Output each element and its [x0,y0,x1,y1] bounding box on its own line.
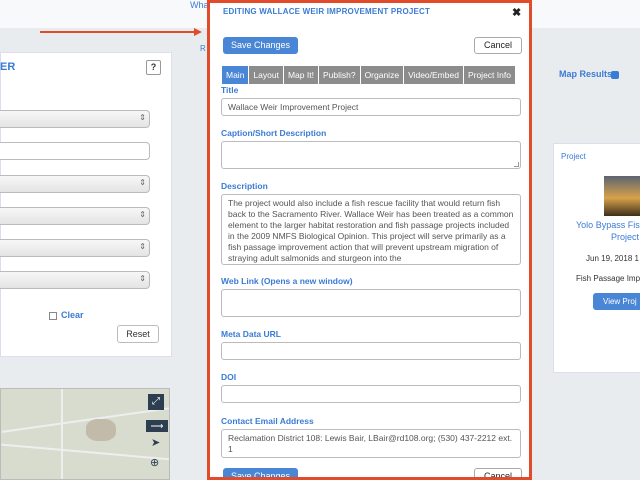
filter-select[interactable]: ⇕ [0,271,150,289]
map-road [61,389,63,479]
select-arrows-icon: ⇕ [139,242,146,251]
pointer-tool-icon[interactable]: ➤ [151,436,160,449]
map-town-area [86,419,116,441]
select-arrows-icon: ⇕ [139,210,146,219]
zoom-in-icon[interactable]: ⊕ [150,456,159,469]
filter-select[interactable]: ⇕ [0,207,150,225]
description-textarea[interactable]: The project would also include a fish re… [221,194,521,265]
map-results-checkbox[interactable] [611,71,619,79]
metadata-url-label: Meta Data URL [221,329,281,339]
select-arrows-icon: ⇕ [139,113,146,122]
help-button[interactable]: ? [146,60,161,75]
weblink-textarea[interactable] [221,289,521,317]
title-label: Title [221,85,239,95]
select-arrows-icon: ⇕ [139,178,146,187]
filter-panel-title: ER [0,61,16,73]
pan-tool-icon[interactable]: ⟶ [146,420,168,432]
save-changes-button-bottom[interactable]: Save Changes [223,468,298,477]
metadata-url-input[interactable] [221,342,521,360]
filter-select[interactable]: ⇕ [0,239,150,257]
filter-select[interactable]: ⇕ [0,175,150,193]
project-card-date: Jun 19, 2018 1 [586,254,639,263]
map-road [1,443,169,461]
tab-main[interactable]: Main [222,66,250,84]
description-label: Description [221,181,268,191]
select-arrows-icon: ⇕ [139,274,146,283]
close-icon[interactable]: ✖ [512,6,521,19]
filter-input[interactable] [0,142,150,160]
tab-layout[interactable]: Layout [249,66,284,84]
doi-label: DOI [221,372,237,382]
title-input[interactable]: Wallace Weir Improvement Project [221,98,521,116]
weblink-label: Web Link (Opens a new window) [221,276,353,286]
contact-email-label: Contact Email Address [221,416,314,426]
tab-map-it[interactable]: Map It! [283,66,319,84]
caption-label: Caption/Short Description [221,128,327,138]
project-card-label: Project [561,152,586,161]
caption-textarea[interactable] [221,141,521,169]
save-changes-button[interactable]: Save Changes [223,37,298,54]
project-card-category: Fish Passage Imp [576,274,640,283]
map-results-label[interactable]: Map Results [559,69,612,79]
clear-label[interactable]: Clear [61,310,84,320]
top-nav-link[interactable]: Wha [190,0,209,10]
cancel-button-bottom[interactable]: Cancel [474,468,522,477]
tab-video-embed[interactable]: Video/Embed [404,66,464,84]
edit-project-modal: EDITING WALLACE WEIR IMPROVEMENT PROJECT… [207,0,532,480]
editor-tabs: Main Layout Map It! Publish? Organize Vi… [222,66,516,84]
clear-checkbox[interactable] [49,312,57,320]
map-view[interactable] [0,388,170,480]
reset-button[interactable]: Reset [117,325,159,343]
project-card-title-continued[interactable]: Project [611,232,639,242]
annotation-arrow-icon [40,28,202,36]
tab-project-info[interactable]: Project Info [463,66,516,84]
modal-title: EDITING WALLACE WEIR IMPROVEMENT PROJECT [223,7,431,16]
view-project-button[interactable]: View Proj [593,293,640,310]
tab-publish[interactable]: Publish? [318,66,361,84]
background-partial-label: R [200,44,206,53]
contact-email-textarea[interactable]: Reclamation District 108: Lewis Bair, LB… [221,429,521,458]
doi-input[interactable] [221,385,521,403]
filter-panel [0,52,172,357]
cancel-button[interactable]: Cancel [474,37,522,54]
tab-organize[interactable]: Organize [360,66,405,84]
expand-map-icon[interactable]: ⤢ [148,394,164,410]
resize-grip-icon[interactable] [514,162,519,167]
project-card-title[interactable]: Yolo Bypass Fis [576,220,640,230]
project-thumbnail[interactable] [604,176,640,216]
filter-select[interactable]: ⇕ [0,110,150,128]
